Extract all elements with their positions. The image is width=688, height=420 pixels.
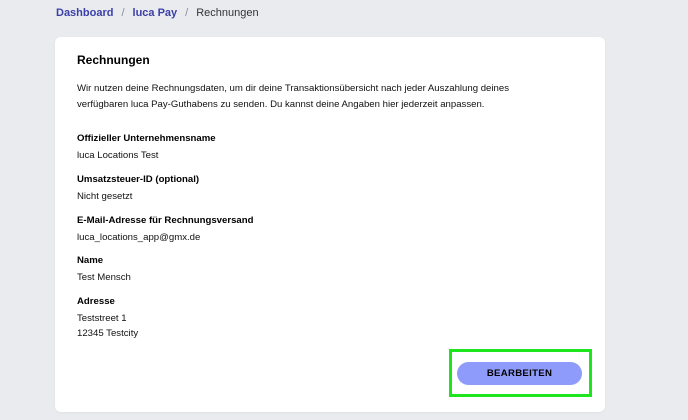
field-name: Name Test Mensch (77, 255, 131, 285)
field-value-line2: 12345 Testcity (77, 328, 139, 339)
field-address: Adresse Teststreet 1 12345 Testcity (77, 296, 138, 341)
field-label: Name (77, 255, 104, 266)
invoice-card: Rechnungen Wir nutzen deine Rechnungsdat… (55, 37, 605, 412)
field-label: Offizieller Unternehmensname (77, 133, 216, 144)
field-label: Umsatzsteuer-ID (optional) (77, 174, 200, 185)
breadcrumb-separator: / (185, 7, 189, 19)
breadcrumb-current: Rechnungen (196, 7, 259, 19)
field-value: luca Locations Test (77, 150, 159, 161)
field-label: E-Mail-Adresse für Rechnungsversand (77, 215, 254, 226)
breadcrumb: Dashboard / luca Pay / Rechnungen (56, 6, 259, 20)
field-company-name: Offizieller Unternehmensname luca Locati… (77, 133, 216, 163)
field-value: Test Mensch (77, 272, 131, 283)
breadcrumb-dashboard-link[interactable]: Dashboard (56, 7, 113, 19)
card-description: Wir nutzen deine Rechnungsdaten, um dir … (77, 83, 509, 110)
field-label: Adresse (77, 296, 115, 307)
breadcrumb-separator: / (121, 7, 125, 19)
field-value: Teststreet 1 (77, 313, 127, 324)
field-invoice-email: E-Mail-Adresse für Rechnungsversand luca… (77, 215, 253, 245)
field-value: Nicht gesetzt (77, 191, 133, 202)
edit-button[interactable]: BEARBEITEN (457, 362, 582, 385)
breadcrumb-luca-pay-link[interactable]: luca Pay (133, 7, 178, 19)
field-value: luca_locations_app@gmx.de (77, 232, 201, 243)
field-vat-id: Umsatzsteuer-ID (optional) Nicht gesetzt (77, 174, 199, 204)
card-title: Rechnungen (77, 53, 150, 67)
